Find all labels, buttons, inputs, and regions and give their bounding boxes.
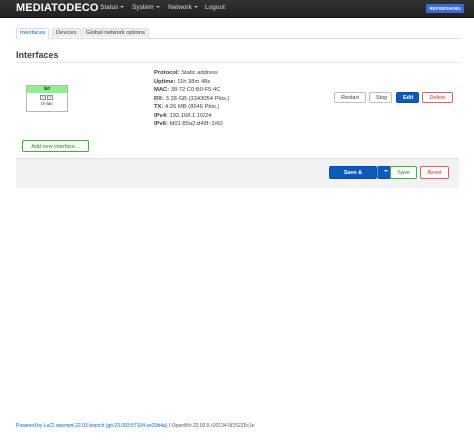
menu-status[interactable]: Status	[100, 4, 125, 11]
info-ipv4: IPv4: 192.168.1.10/24	[154, 112, 212, 119]
caret-down-icon	[155, 6, 160, 8]
save-apply-button[interactable]: Save & Apply	[329, 166, 377, 187]
interface-name: lan	[27, 86, 67, 93]
footer: Powered by LuCI openwrt-22.03 branch (gi…	[16, 423, 254, 429]
ethernet-icon	[40, 95, 53, 100]
info-mac: MAC: 38:72:C0:B0:F5:4C	[154, 87, 221, 93]
restart-button[interactable]: Restart	[334, 92, 366, 103]
divider	[16, 62, 461, 63]
save-button[interactable]: Save	[390, 166, 417, 179]
brand-logo[interactable]: MEDIATODECO	[16, 2, 99, 14]
edit-button[interactable]: Edit	[396, 92, 419, 103]
caret-down-icon	[193, 6, 198, 8]
menu-logout[interactable]: Logout	[205, 4, 225, 11]
interface-status: Protocol: Static address Uptime: 11h 38m…	[154, 69, 229, 129]
save-apply-dropdown-toggle[interactable]	[377, 166, 391, 179]
add-interface-button[interactable]: Add new interface...	[22, 140, 89, 152]
tab-global-network-options[interactable]: Global network options	[82, 28, 149, 37]
caret-down-icon	[384, 170, 388, 172]
refreshing-badge[interactable]: REFRESHING	[426, 4, 464, 13]
luci-link[interactable]: Powered by LuCI openwrt-22.03 branch (gi…	[16, 423, 168, 429]
footer-version: / OpenWrt 22.03.5 r20134-5f15225c1e	[167, 423, 255, 429]
info-uptime: Uptime: 11h 38m 48s	[154, 78, 211, 85]
section-title: Interfaces	[16, 50, 59, 60]
caret-down-icon	[120, 6, 125, 8]
interface-device: br-lan	[41, 101, 53, 106]
reset-button[interactable]: Reset	[420, 166, 449, 179]
info-rx: RX: 3.28 GB (3343054 Pkts.)	[154, 95, 230, 102]
stop-button[interactable]: Stop	[369, 92, 392, 103]
tab-interfaces[interactable]: Interfaces	[16, 28, 50, 39]
info-ipv6: IPv6: fd01:85a2:d49f::1/60	[154, 121, 223, 127]
info-tx: TX: 4.26 MB (8546 Pkts.)	[154, 104, 220, 110]
top-navbar: MEDIATODECO Status System Network Logout…	[0, 0, 474, 18]
info-protocol: Protocol: Static address	[154, 70, 218, 76]
tab-devices[interactable]: Devices	[52, 28, 81, 37]
interface-badge: lan br-lan	[26, 85, 68, 112]
menu-network[interactable]: Network	[168, 4, 198, 11]
menu-system[interactable]: System	[132, 4, 160, 11]
delete-button[interactable]: Delete	[422, 92, 453, 103]
tab-bar: Interfaces Devices Global network option…	[16, 28, 461, 39]
